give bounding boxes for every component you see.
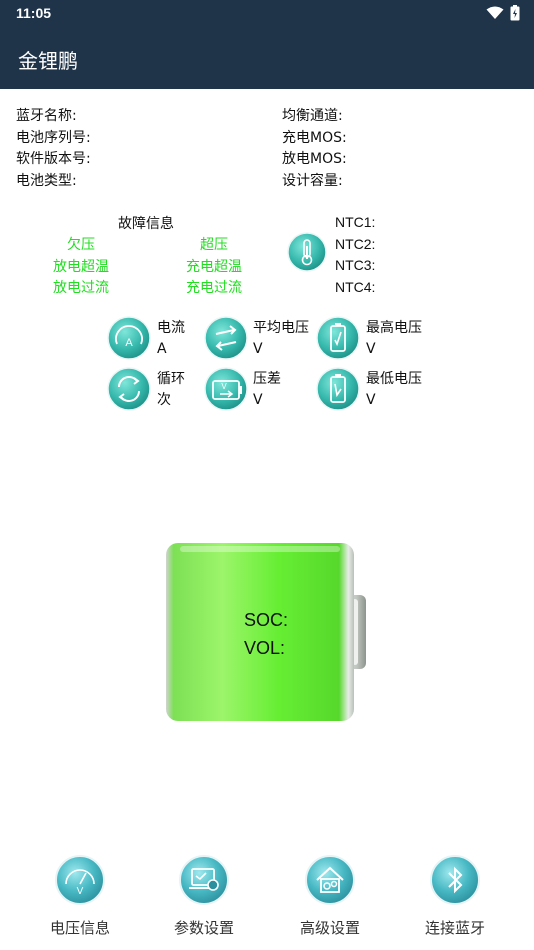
fault-overvoltage: 超压 xyxy=(200,237,228,253)
svg-text:V: V xyxy=(77,886,84,897)
wifi-icon xyxy=(486,6,504,19)
device-info-left: 蓝牙名称: 电池序列号: 软件版本号: 电池类型: xyxy=(16,106,91,192)
fault-undervoltage: 欠压 xyxy=(67,237,95,253)
fault-charge-overcurrent: 充电过流 xyxy=(186,280,242,296)
voltage-diff-unit: V xyxy=(253,392,263,408)
software-version-label: 软件版本号: xyxy=(16,151,91,167)
ntc4-label: NTC4: xyxy=(335,278,376,295)
settings-monitor-icon xyxy=(179,855,229,905)
battery-type-label: 电池类型: xyxy=(16,172,77,189)
ntc-list: NTC1: NTC2: NTC3: NTC4: xyxy=(335,212,375,298)
cycle-unit: 次 xyxy=(157,392,171,408)
max-voltage-unit: V xyxy=(366,341,376,357)
cycle-icon xyxy=(107,367,151,411)
nav-advanced-settings-label: 高级设置 xyxy=(299,919,360,937)
avg-voltage-label: 平均电压 V xyxy=(253,318,309,360)
battery-high-icon xyxy=(316,316,360,360)
ntc2-label: NTC2: xyxy=(335,235,376,252)
avg-voltage-unit: V xyxy=(253,341,263,357)
vol-label: VOL: xyxy=(244,638,286,658)
exchange-arrows-icon xyxy=(204,316,248,360)
battery-serial-label: 电池序列号: xyxy=(16,129,91,146)
balance-channel-label: 均衡通道: xyxy=(282,108,343,124)
nav-parameter-settings[interactable]: 参数设置 xyxy=(159,855,249,938)
fault-info-title: 故障信息 xyxy=(118,216,174,232)
nav-voltage-info[interactable]: V 电压信息 xyxy=(35,855,125,938)
min-voltage-unit: V xyxy=(366,392,376,408)
bluetooth-name-label: 蓝牙名称: xyxy=(16,108,77,124)
advanced-home-icon xyxy=(305,855,355,905)
battery-readout: SOC: VOL: xyxy=(244,606,288,662)
discharge-mos-label: 放电MOS: xyxy=(282,151,347,167)
nav-advanced-settings[interactable]: 高级设置 xyxy=(285,855,375,938)
cycle-label: 循环 次 xyxy=(157,369,185,411)
thermometer-icon xyxy=(287,232,327,272)
nav-connect-bluetooth[interactable]: 连接蓝牙 xyxy=(410,855,500,938)
nav-voltage-info-label: 电压信息 xyxy=(49,919,110,937)
fault-discharge-overtemp: 放电超温 xyxy=(53,259,109,275)
current-label: 电流 A xyxy=(157,318,185,360)
status-icons xyxy=(486,5,520,21)
app-bar: 金锂鹏 xyxy=(0,28,534,89)
min-voltage-label: 最低电压 V xyxy=(366,369,422,411)
voltage-diff-icon: V xyxy=(204,367,248,411)
fault-charge-overtemp: 充电超温 xyxy=(186,259,242,275)
ntc3-label: NTC3: xyxy=(335,257,376,273)
voltage-diff-label: 压差 V xyxy=(253,369,281,411)
nav-connect-bluetooth-label: 连接蓝牙 xyxy=(424,919,485,937)
current-unit: A xyxy=(157,341,167,357)
svg-text:A: A xyxy=(125,337,133,349)
bluetooth-icon xyxy=(430,855,480,905)
page-title: 金锂鹏 xyxy=(18,49,78,73)
battery-low-icon xyxy=(316,367,360,411)
ammeter-icon: A xyxy=(107,316,151,360)
fault-discharge-overcurrent: 放电过流 xyxy=(53,280,109,296)
battery-status-icon xyxy=(510,5,520,21)
voltmeter-icon: V xyxy=(55,855,105,905)
svg-text:V: V xyxy=(221,382,227,391)
ntc1-label: NTC1: xyxy=(335,214,376,230)
max-voltage-label: 最高电压 V xyxy=(366,318,422,360)
status-time: 11:05 xyxy=(16,5,52,21)
device-info-right: 均衡通道: 充电MOS: 放电MOS: 设计容量: xyxy=(282,106,347,192)
status-bar: 11:05 xyxy=(0,0,534,28)
design-capacity-label: 设计容量: xyxy=(282,172,343,189)
charge-mos-label: 充电MOS: xyxy=(282,129,347,146)
nav-parameter-settings-label: 参数设置 xyxy=(173,919,234,937)
soc-label: SOC: xyxy=(244,610,289,630)
